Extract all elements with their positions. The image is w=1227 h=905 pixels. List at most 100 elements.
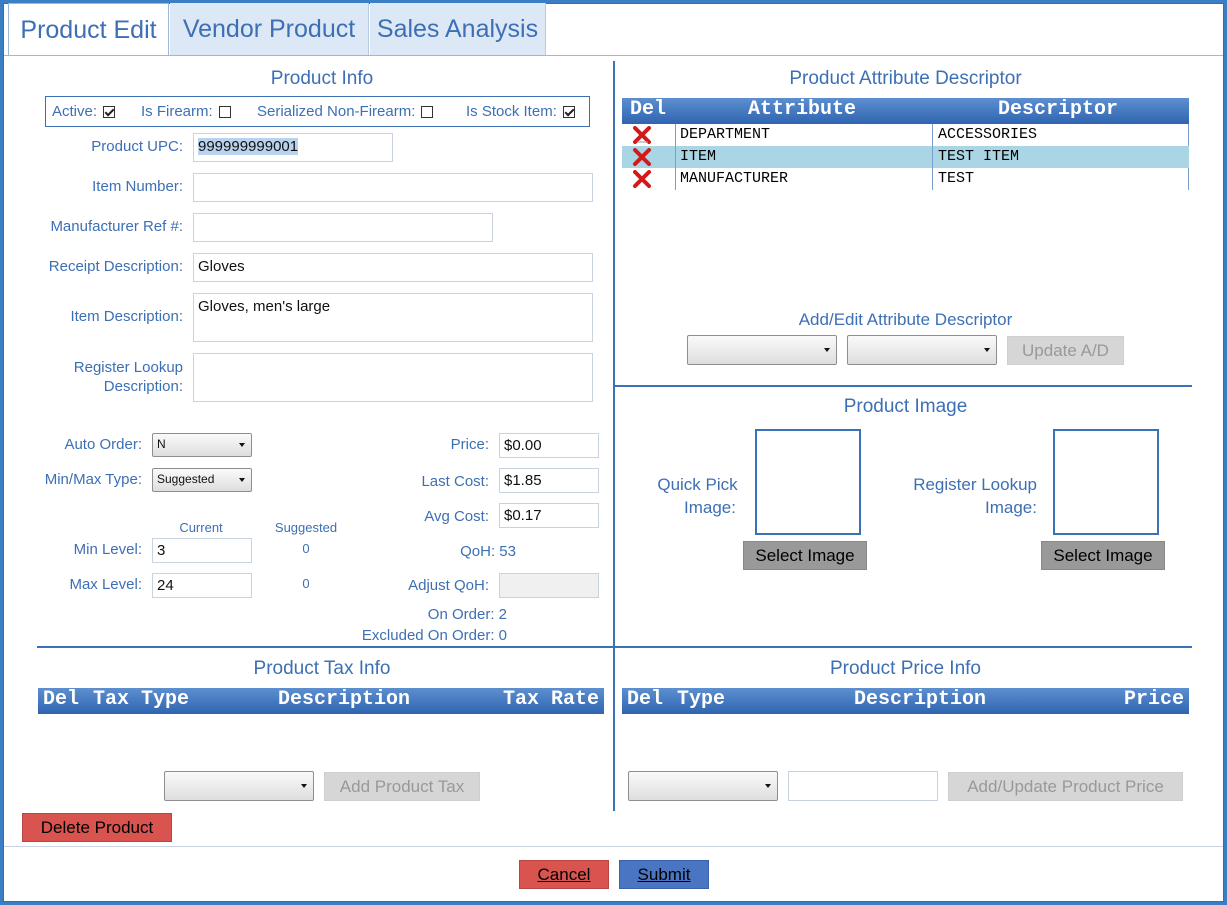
delete-x-icon[interactable] [632,148,652,166]
table-row[interactable]: MANUFACTURER TEST [622,168,1189,190]
mfr-ref-label: Manufacturer Ref #: [50,218,183,235]
attr-col-descriptor: Descriptor [998,98,1119,121]
excluded-on-order-value: Excluded On Order: 0 [361,627,507,644]
firearm-checkbox[interactable] [218,106,231,119]
chevron-down-icon [765,784,771,788]
stock-item-flag[interactable]: Is Stock Item: [466,103,575,120]
table-row[interactable]: DEPARTMENT ACCESSORIES [622,124,1189,146]
chevron-down-icon [239,443,245,447]
price-col-del: Del [627,688,664,711]
attribute-cell: ITEM [680,148,717,165]
price-col-description: Description [854,688,987,711]
price-table-header: Del Type Description Price [622,688,1189,714]
adjust-qoh-label: Adjust QoH: [408,577,489,594]
max-suggested-value: 0 [302,576,310,591]
delete-product-button[interactable]: Delete Product [22,813,172,842]
avg-cost-label: Avg Cost: [424,508,489,525]
stock-item-checkbox[interactable] [562,106,575,119]
attribute-table-header: Del Attribute Descriptor [622,98,1189,124]
serialized-flag[interactable]: Serialized Non-Firearm: [257,103,434,120]
serialized-checkbox[interactable] [421,106,434,119]
chevron-down-icon [824,348,830,352]
footer-divider [4,846,1223,847]
minmax-type-select[interactable]: Suggested [152,468,252,492]
delete-x-icon[interactable] [632,126,652,144]
register-lookup-textarea[interactable] [193,353,593,402]
product-price-title: Product Price Info [829,658,982,679]
min-level-input[interactable]: 3 [152,538,252,563]
max-level-label: Max Level: [69,576,142,593]
product-tax-title: Product Tax Info [253,658,391,679]
firearm-flag[interactable]: Is Firearm: [141,103,231,120]
attribute-select[interactable] [687,335,837,365]
tax-col-del: Del [43,688,80,711]
adjust-qoh-input[interactable] [499,573,599,598]
item-desc-label: Item Description: [70,308,183,325]
tax-col-description: Description [278,688,411,711]
table-row-selected[interactable]: ITEM TEST ITEM [622,146,1189,168]
upc-input[interactable]: 999999999001 [193,133,393,162]
tax-col-type: Tax Type [93,688,190,711]
register-image-label-1: Register Lookup [913,475,1037,494]
avg-cost-input[interactable]: $0.17 [499,503,599,528]
attr-col-attribute: Attribute [748,98,857,121]
on-order-value: On Order: 2 [427,606,507,623]
descriptor-cell: ACCESSORIES [938,126,1038,143]
upc-label: Product UPC: [91,138,183,155]
auto-order-select[interactable]: N [152,433,252,457]
register-image-label-2: Image: [985,498,1037,517]
attribute-title: Product Attribute Descriptor [789,68,1022,89]
register-lookup-label-1: Register Lookup [73,359,183,376]
price-value-input[interactable] [788,771,938,801]
tab-vendor-product[interactable]: Vendor Product [170,3,369,55]
receipt-desc-input[interactable]: Gloves [193,253,593,282]
select-quick-pick-image-button[interactable]: Select Image [743,541,867,570]
quick-pick-label-1: Quick Pick [657,475,738,494]
active-flag[interactable]: Active: [52,103,116,120]
last-cost-input[interactable]: $1.85 [499,468,599,493]
chevron-down-icon [301,784,307,788]
qoh-value: QoH: 53 [460,543,516,560]
max-level-input[interactable]: 24 [152,573,252,598]
product-info-title: Product Info [270,68,374,89]
tab-product-edit[interactable]: Product Edit [8,3,169,55]
current-column-label: Current [179,520,223,535]
tax-type-select[interactable] [164,771,314,801]
column-divider [613,61,615,811]
product-image-title: Product Image [843,396,968,417]
add-update-price-button[interactable]: Add/Update Product Price [948,772,1183,801]
item-desc-textarea[interactable]: Gloves, men's large [193,293,593,342]
update-ad-button[interactable]: Update A/D [1007,336,1124,365]
register-lookup-label-2: Description: [103,378,183,395]
lower-section-divider [37,646,1192,648]
minmax-type-label: Min/Max Type: [44,471,142,488]
min-suggested-value: 0 [302,541,310,556]
descriptor-select[interactable] [847,335,997,365]
register-lookup-image [1053,429,1159,535]
add-product-tax-button[interactable]: Add Product Tax [324,772,480,801]
attr-col-del: Del [630,98,667,121]
attribute-image-divider [615,385,1192,387]
price-input[interactable]: $0.00 [499,433,599,458]
descriptor-cell: TEST [938,170,975,187]
price-col-type: Type [677,688,726,711]
product-flags-box: Active: Is Firearm: Serialized Non-Firea… [45,96,590,127]
price-label: Price: [450,436,489,453]
mfr-ref-input[interactable] [193,213,493,242]
tab-sales-analysis[interactable]: Sales Analysis [370,3,546,55]
item-number-label: Item Number: [92,178,183,195]
tab-underline [4,55,1223,56]
delete-x-icon[interactable] [632,170,652,188]
chevron-down-icon [239,478,245,482]
auto-order-label: Auto Order: [64,436,142,453]
quick-pick-image [755,429,861,535]
item-number-input[interactable] [193,173,593,202]
chevron-down-icon [984,348,990,352]
active-checkbox[interactable] [103,106,116,119]
attribute-cell: DEPARTMENT [680,126,771,143]
submit-button[interactable]: Submit [619,860,709,889]
price-type-select[interactable] [628,771,778,801]
cancel-button[interactable]: Cancel [519,860,609,889]
tax-col-rate: Tax Rate [502,688,599,711]
select-register-image-button[interactable]: Select Image [1041,541,1165,570]
